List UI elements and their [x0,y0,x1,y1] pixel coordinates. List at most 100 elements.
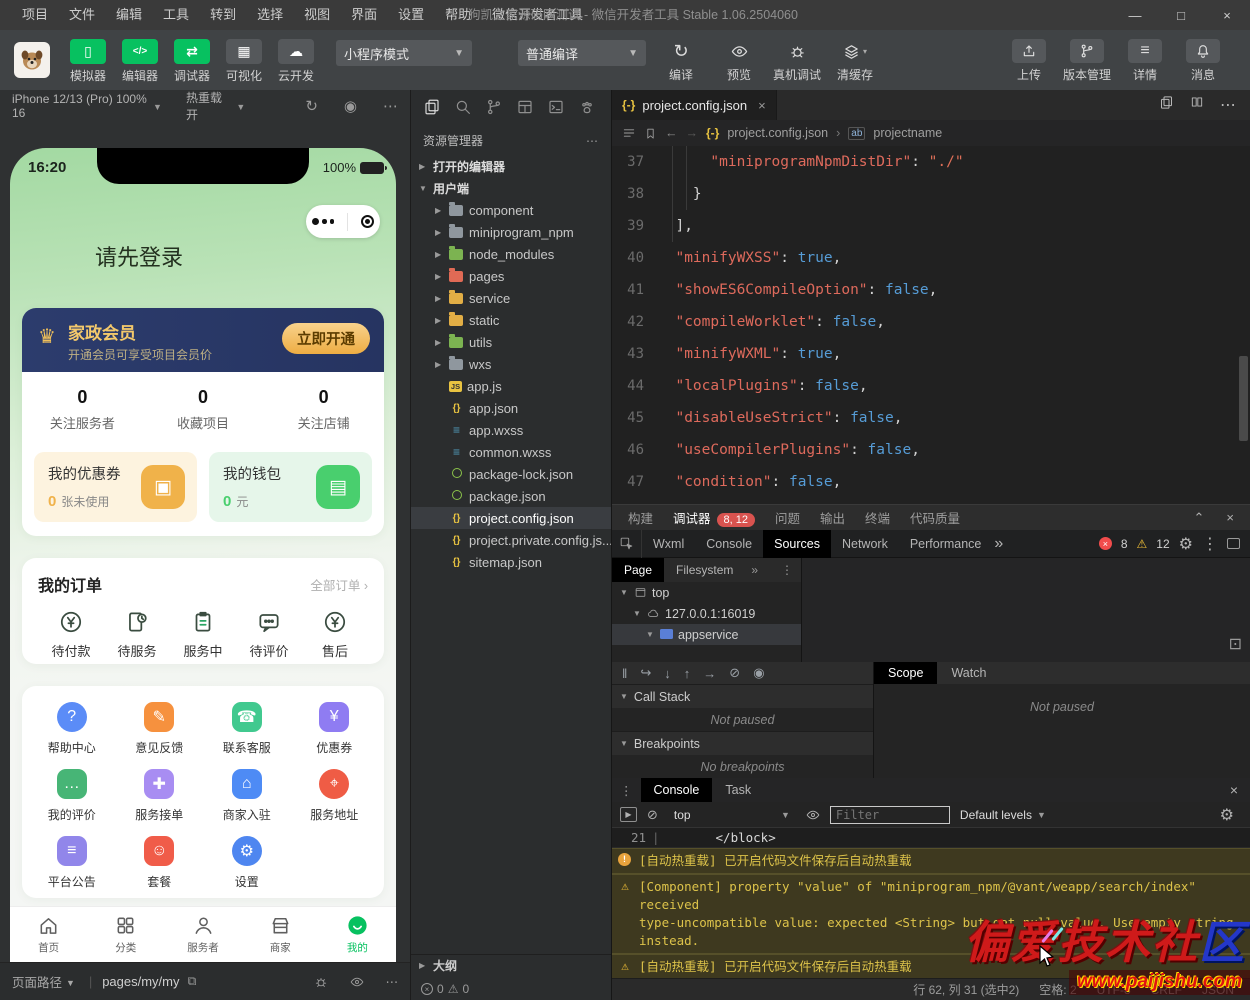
stat-收藏项目[interactable]: 0收藏项目 [143,387,264,432]
tree-item-用户端[interactable]: ▼用户端 [411,177,611,199]
hot-reload-toggle[interactable]: 热重载 开 [186,89,232,123]
console-tab-Console[interactable]: Console [641,778,713,802]
panel-tab-输出[interactable]: 输出 [820,508,845,527]
order-售后[interactable]: 售后 [302,609,368,660]
devtools-settings-icon[interactable]: ⚙ [1179,534,1193,554]
grid-联系客服[interactable]: ☎联系客服 [203,702,291,756]
language-mode[interactable]: JSON [1202,983,1234,997]
step-over-icon[interactable]: ↪ [640,665,651,681]
tree-item-static[interactable]: ▶static [411,309,611,331]
tree-item-app.json[interactable]: {}app.json [411,397,611,419]
eye-icon[interactable] [350,975,364,989]
menu-界面[interactable]: 界面 [341,0,387,30]
call-stack-title[interactable]: Call Stack [634,690,690,704]
device-select[interactable]: iPhone 12/13 (Pro) 100% 16 [12,92,149,120]
toolbar-模拟器[interactable]: ▯模拟器 [62,39,114,84]
menu-工具[interactable]: 工具 [153,0,199,30]
source-node-top[interactable]: ▼top [612,582,801,603]
inspect-element-icon[interactable] [612,530,642,558]
stat-关注服务者[interactable]: 0关注服务者 [22,387,143,432]
record-icon[interactable]: ◉ [344,97,357,115]
console-eye-icon[interactable] [806,808,820,822]
close-button[interactable]: × [1204,0,1250,30]
action-版本管理[interactable]: 版本管理 [1058,39,1116,83]
wallet-card[interactable]: 我的钱包 0元 ▤ [209,452,372,522]
tree-item-sitemap.json[interactable]: {}sitemap.json [411,551,611,573]
pause-on-exceptions-icon[interactable]: ◉ [753,665,764,681]
grid-意见反馈[interactable]: ✎意见反馈 [116,702,204,756]
grid-套餐[interactable]: ☺套餐 [116,836,204,890]
tab-我的[interactable]: 我的 [319,907,396,962]
order-待付款[interactable]: 待付款 [38,609,104,660]
devtools-tab-Performance[interactable]: Performance [899,530,993,558]
toolbar-调试器[interactable]: ⇄调试器 [166,39,218,84]
action-编译[interactable]: ↻编译 [652,39,710,83]
grid-设置[interactable]: ⚙设置 [203,836,291,890]
split-editor-icon[interactable] [1190,95,1204,115]
panel-tab-问题[interactable]: 问题 [775,508,800,527]
outline-section[interactable]: 大纲 [433,957,457,974]
nav-forward-icon[interactable]: → [686,126,699,140]
encoding[interactable]: UTF-8 [1097,983,1131,997]
tree-item-package.json[interactable]: package.json [411,485,611,507]
tab-分类[interactable]: 分类 [87,907,164,962]
devtools-tab-Console[interactable]: Console [695,530,763,558]
context-select[interactable]: top▼ [668,805,796,824]
tree-item-app.wxss[interactable]: ≡app.wxss [411,419,611,441]
mode-select[interactable]: 小程序模式▼ [336,40,472,66]
step-out-icon[interactable]: ↑ [684,666,691,681]
compile-mode-select[interactable]: 普通编译▼ [518,40,646,66]
debug-icon[interactable] [314,975,328,989]
close-panel-icon[interactable]: × [1226,510,1234,526]
tree-item-component[interactable]: ▶component [411,199,611,221]
tree-item-project.config.json[interactable]: {}project.config.json [411,507,611,529]
grid-优惠券[interactable]: ¥优惠券 [291,702,379,756]
scope-tab-Watch[interactable]: Watch [937,662,1000,684]
panel-tab-构建[interactable]: 构建 [628,508,653,527]
menu-视图[interactable]: 视图 [294,0,340,30]
console-settings-icon[interactable]: ⚙ [1220,805,1242,825]
deactivate-breakpoints-icon[interactable]: ⊘ [729,665,740,681]
sources-overflow-icon[interactable]: » [751,563,758,577]
bookmark-icon[interactable] [644,127,657,140]
close-tab-icon[interactable]: × [758,98,766,113]
copy-path-icon[interactable]: ⧉ [188,974,197,989]
breadcrumb-file[interactable]: project.config.json [727,126,828,140]
devtools-tab-Sources[interactable]: Sources [763,530,831,558]
console-filter-input[interactable] [830,806,950,824]
clear-console-icon[interactable]: ⊘ [647,807,658,823]
order-待服务[interactable]: 待服务 [104,609,170,660]
page-path-label[interactable]: 页面路径 [12,972,62,991]
extensions-icon[interactable] [516,98,534,116]
explorer-more-icon[interactable]: ⋯ [586,134,599,148]
grid-服务地址[interactable]: ⌖服务地址 [291,769,379,823]
more-dots-icon[interactable]: ⋯ [386,974,399,989]
tree-item-package-lock.json[interactable]: package-lock.json [411,463,611,485]
tree-item-node_modules[interactable]: ▶node_modules [411,243,611,265]
panel-tab-终端[interactable]: 终端 [865,508,890,527]
toolbar-云开发[interactable]: ☁云开发 [270,39,322,84]
sources-tab-Page[interactable]: Page [612,558,664,582]
tree-item-wxs[interactable]: ▶wxs [411,353,611,375]
wechat-paw-icon[interactable] [578,98,596,116]
code-editor[interactable]: 37 "miniprogramNpmDistDir": "./"38 }39 ]… [612,146,1250,504]
open-member-button[interactable]: 立即开通 [282,323,370,354]
source-node-127.0.0.1:16019[interactable]: ▼127.0.0.1:16019 [612,603,801,624]
source-control-icon[interactable] [485,98,503,116]
action-预览[interactable]: 预览 [710,39,768,83]
menu-选择[interactable]: 选择 [247,0,293,30]
eol[interactable]: CRLF [1151,983,1182,997]
order-待评价[interactable]: 待评价 [236,609,302,660]
scope-tab-Scope[interactable]: Scope [874,662,937,684]
toolbar-可视化[interactable]: ▦可视化 [218,39,270,84]
coupon-card[interactable]: 我的优惠券 0张未使用 ▣ [34,452,197,522]
login-prompt[interactable]: 请先登录 [95,240,183,272]
close-console-icon[interactable]: × [1230,782,1250,798]
tree-item-打开的编辑器[interactable]: ▶打开的编辑器 [411,155,611,177]
tree-item-app.js[interactable]: JSapp.js [411,375,611,397]
open-changes-icon[interactable] [1159,95,1174,115]
outline-list-icon[interactable] [622,126,636,140]
action-消息[interactable]: 消息 [1174,39,1232,83]
action-真机调试[interactable]: 真机调试 [768,39,826,83]
all-orders-link[interactable]: 全部订单 › [310,575,368,594]
